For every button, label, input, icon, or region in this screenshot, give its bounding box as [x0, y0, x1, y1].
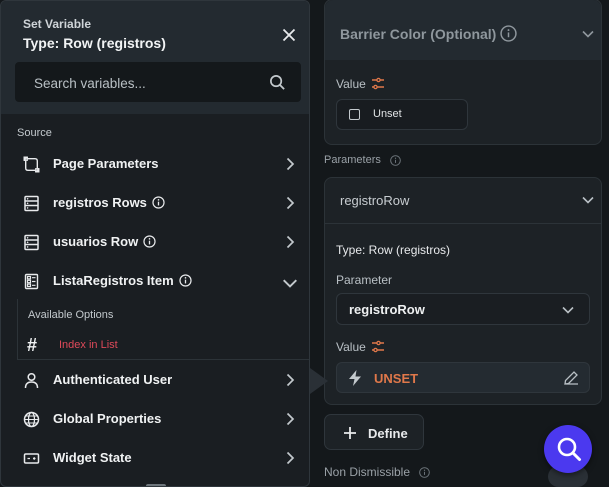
chevron-right-icon	[286, 373, 295, 387]
search-box	[15, 62, 301, 102]
source-usuarios-row[interactable]: usuarios Row	[1, 223, 309, 261]
properties-panel: Barrier Color (Optional) Value Unset Par…	[310, 0, 609, 487]
hash-icon: #	[27, 335, 38, 355]
search-input[interactable]	[34, 72, 264, 94]
info-icon[interactable]	[143, 235, 156, 248]
lightning-icon	[349, 370, 361, 386]
info-icon[interactable]	[152, 196, 165, 209]
source-item-label-wrap: ListaRegistros Item	[53, 273, 192, 288]
chevron-down-icon	[562, 306, 574, 314]
chevron-down-icon[interactable]	[581, 193, 595, 207]
chevron-down-icon[interactable]	[581, 27, 595, 41]
source-listaregistros-item[interactable]: ListaRegistros Item	[1, 262, 309, 300]
source-widget-state[interactable]: Widget State	[1, 439, 309, 477]
chevron-right-icon	[286, 235, 295, 249]
source-item-label: usuarios Row	[53, 234, 139, 249]
search-icon	[557, 437, 581, 461]
define-button[interactable]: Define	[324, 414, 424, 450]
info-icon[interactable]	[179, 274, 192, 287]
source-section-label: Source	[17, 127, 52, 139]
parameter-type-text: Type: Row (registros)	[336, 243, 451, 257]
table-icon	[24, 234, 39, 251]
source-item-label: Page Parameters	[53, 156, 159, 171]
parameter-select-value: registroRow	[349, 302, 425, 317]
option-label: Index in List	[59, 339, 118, 351]
info-icon	[390, 155, 401, 166]
barrier-color-label: Barrier Color (Optional)	[340, 26, 497, 42]
value-label: Value	[336, 340, 366, 354]
search-icon[interactable]	[269, 74, 286, 91]
chevron-right-icon	[286, 412, 295, 426]
variable-settings-icon[interactable]	[371, 340, 385, 354]
source-item-label: Widget State	[53, 450, 132, 465]
plus-icon	[344, 427, 356, 439]
option-index-in-list[interactable]: # Index in List	[27, 335, 307, 355]
define-button-label: Define	[368, 426, 408, 441]
unset-value-text: UNSET	[374, 371, 419, 386]
parameter-card-header[interactable]: registroRow	[325, 178, 601, 224]
available-options-label: Available Options	[28, 309, 114, 321]
source-registros-rows[interactable]: registros Rows	[1, 184, 309, 222]
parameter-name: registroRow	[340, 193, 410, 208]
widget-state-icon	[23, 453, 40, 464]
search-fab-button[interactable]	[544, 425, 592, 473]
value-label: Value	[336, 77, 366, 91]
chevron-right-icon	[286, 196, 295, 210]
source-item-label: ListaRegistros Item	[53, 273, 174, 288]
page-parameters-icon	[23, 156, 40, 173]
unset-checkbox-label: Unset	[373, 108, 402, 120]
source-authenticated-user[interactable]: Authenticated User	[1, 361, 309, 399]
user-icon	[24, 372, 39, 389]
info-icon	[500, 25, 517, 42]
globe-icon	[23, 411, 40, 428]
unset-checkbox[interactable]	[349, 109, 360, 120]
parameter-select[interactable]: registroRow	[336, 293, 590, 325]
chevron-right-icon	[286, 451, 295, 465]
source-page-parameters[interactable]: Page Parameters	[1, 145, 309, 183]
info-icon	[419, 467, 430, 478]
parameters-section-label: Parameters	[324, 154, 381, 166]
parameter-label: Parameter	[336, 273, 393, 287]
source-item-label: Authenticated User	[53, 372, 173, 387]
unset-checkbox-field[interactable]: Unset	[336, 99, 468, 130]
set-variable-popover: Set Variable Type: Row (registros) Sourc…	[0, 0, 310, 487]
source-item-label: Global Properties	[53, 411, 162, 426]
close-icon[interactable]	[279, 25, 299, 45]
source-item-label-wrap: usuarios Row	[53, 234, 156, 249]
parameter-card: registroRow Type: Row (registros) Parame…	[324, 177, 602, 405]
source-item-label-wrap: registros Rows	[53, 195, 165, 210]
variable-settings-icon[interactable]	[371, 77, 385, 91]
table-icon	[24, 195, 39, 212]
unset-value-field[interactable]: UNSET	[336, 362, 590, 393]
list-icon	[24, 273, 39, 290]
barrier-color-header[interactable]: Barrier Color (Optional)	[325, 0, 601, 60]
chevron-right-icon	[286, 157, 295, 171]
popover-pointer	[310, 368, 328, 394]
edit-icon[interactable]	[563, 370, 579, 386]
barrier-color-card: Barrier Color (Optional) Value Unset	[324, 0, 602, 145]
popover-header: Set Variable Type: Row (registros)	[1, 1, 309, 114]
popover-title: Type: Row (registros)	[23, 35, 166, 51]
non-dismissible-label: Non Dismissible	[324, 465, 411, 479]
popover-subtitle: Set Variable	[23, 17, 92, 31]
source-item-label: registros Rows	[53, 195, 147, 210]
chevron-down-icon	[283, 279, 297, 288]
source-global-properties[interactable]: Global Properties	[1, 400, 309, 438]
